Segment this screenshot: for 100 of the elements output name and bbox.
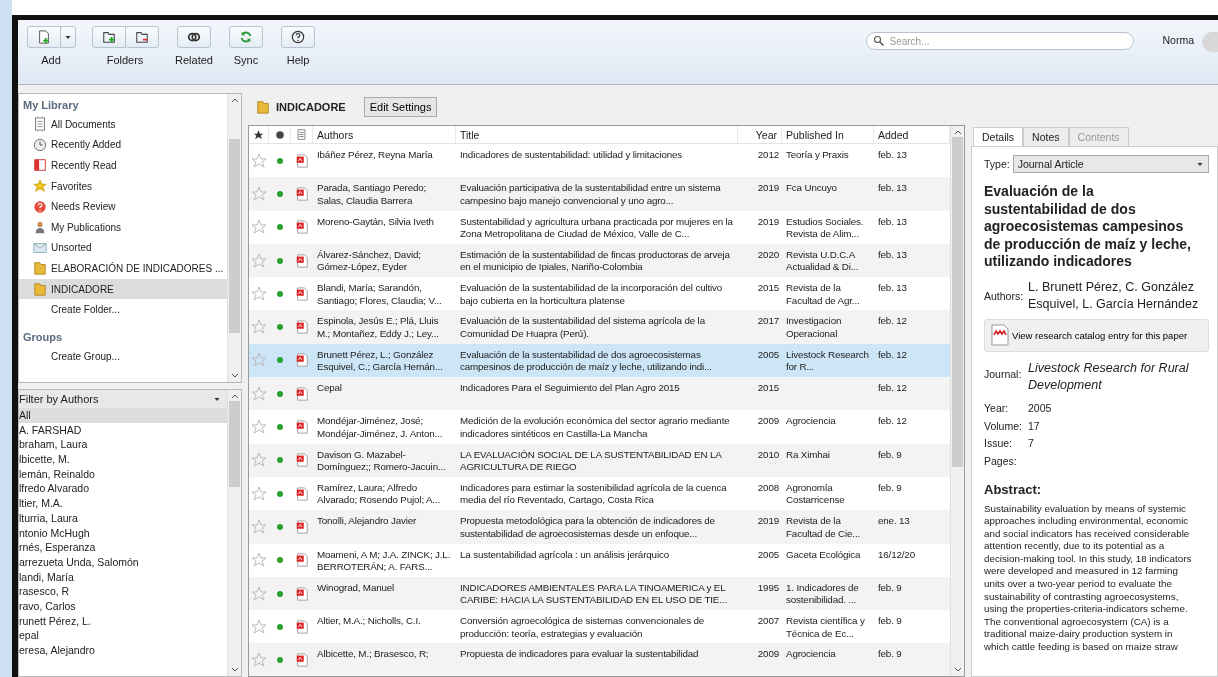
table-cell-text: Davison G. Mazabel-Domínguez;; Romero-Jacuin... [316,447,447,475]
table-cell-text: Moameni, A M; J.A. ZINCK; J.L. BERROTERÁN; A. FARS... [316,547,452,575]
table-cell-text: 16/12/20 [877,547,916,562]
search-field[interactable]: Search... [866,32,1135,50]
table-cell-text: Teoría y Praxis [785,148,850,162]
table-cell-text: Conversión agroecológica de sistemas convencionales de producción: teoría, estrategias y evaluación [459,614,706,641]
library-item[interactable]: Needs Review [19,196,227,217]
table-cell-text: feb. 9 [877,614,903,629]
field-value[interactable]: 2005 [1028,402,1209,415]
table-row[interactable]: Álvarez-Sánchez, David; Gómez-López, Eyder Estimación de la sustentabilidad de fincas productoras de arveja en el municipio de Ipiales, Nariño-Colombia 2020 Revista U.D.C.A Actualidad & Di... feb. 13 [249,243,950,278]
table-cell-text: Gaceta Ecológica [785,547,862,562]
table-cell-text: Ramírez, Laura; Alfredo Alvarado; Rosendo Pujol; A... [316,480,442,508]
catalog-button[interactable]: View research catalog entry for this paper [984,318,1209,352]
table-row[interactable]: Cepal Indicadores Para el Seguimiento del Plan Agro 2015 2015 feb. 12 [249,377,950,411]
document-title: Evaluación de la sustentabilidad de dos agroecosistemas campesinos de producción de maíz y leche, utilizando indicadores [984,183,1192,271]
table-cell-text: Propuesta de indicadores para evaluar la sustentabilidad [459,647,700,662]
table-cell-text: Livestock Research for R... [785,347,870,375]
table-row[interactable]: Davison G. Mazabel-Domínguez;; Romero-Jacuin... LA EVALUACIÓN SOCIAL DE LA SUSTENTABILIDAD EN LA AGRICULTURA DE RIEGO 2010 Ra Ximhai feb. 9 [249,443,950,477]
column-header[interactable]: Published In [782,126,874,143]
table-cell-text: feb. 13 [877,247,908,262]
column-header[interactable]: Authors [313,126,456,143]
table-cell-text: 2008 [756,480,780,495]
author-filter-item[interactable]: landi, María [19,569,227,585]
table-cell-text: Tonolli, Alejandro Javier [316,514,418,529]
author-filter-item[interactable]: A. FARSHAD [19,422,227,438]
table-cell-text: Evaluación de la sustentabilidad del sistema agrícola de la Comunidad De Huapra (Perú). [459,314,706,341]
table-row[interactable]: Tonolli, Alejandro Javier Propuesta metodológica para la obtención de indicadores de sustentabilidad de agroecosistemas desde un enfoque... 2019 Revista de la Facultad de Cie... ene. 13 [249,510,950,544]
table-cell-text: 2015 [756,281,780,296]
field-label: Journal: [984,367,1023,380]
edit-settings-button[interactable]: Edit Settings [363,97,438,117]
library-item[interactable]: Create Folder... [19,299,227,320]
library-item[interactable]: ELABORACIÓN DE INDICADORES ... [19,258,227,279]
field-value[interactable]: 17 [1028,419,1209,432]
author-filter-item[interactable]: lfredo Alvarado [19,481,227,497]
library-item[interactable]: Unsorted [19,237,227,259]
table-cell-text: 1995 [756,580,780,595]
table-cell-text: Agrociencia [785,647,837,662]
type-dropdown[interactable]: Journal Article [1012,155,1209,173]
table-cell-text: feb. 12 [877,314,908,329]
library-item[interactable]: Recently Read [19,155,227,176]
column-header[interactable]: Title [456,126,738,143]
table-cell-text: 2019 [756,181,780,196]
library-item[interactable]: My Publications [19,216,227,238]
table-cell-text: Moreno-Gaytán, Silvia Iveth [316,214,435,229]
table-cell-text: Revista U.D.C.A Actualidad & Di... [785,247,860,275]
table-row[interactable]: Espinola, Jesús E.; Plá, Lluis M.; Montañez, Eddy J.; Ley... Evaluación de la sustentabilidad del sistema agrícola de la Comunidad De Huapra (Perú). 2017 Investigacion Operacional feb. 12 [249,310,950,344]
author-filter-item[interactable]: braham, Laura [19,437,227,453]
filter-dropdown[interactable]: Filter by Authors [19,390,227,408]
table-cell-text: INDICADORES AMBIENTALES PARA LA TINOAMERICA y EL CARIBE: HACIA LA SUSTENTABILIDAD EN EL USO DE TIE... [459,580,728,608]
library-item[interactable]: Recently Added [19,134,227,156]
table-row[interactable]: Albicette, M.; Brasesco, R; Propuesta de indicadores para evaluar la sustentabilidad 2009 Agrociencia feb. 9 [249,643,950,676]
column-header[interactable]: Year [738,126,782,143]
toolbar-label: Add [41,54,61,66]
table-cell-text: Mondéjar-Jiménez, José; Mondéjar-Jiménez, J. Anton... [316,414,444,441]
table-cell-text: Agronomía Costarricense [785,480,846,508]
library-item[interactable]: All Documents [19,114,227,135]
field-value[interactable]: 7 [1028,437,1209,450]
author-filter-item[interactable]: lbicette, M. [19,452,227,467]
author-filter-item[interactable]: lturria, Laura [19,510,227,526]
table-cell-text: Albicette, M.; Brasesco, R; [316,647,430,662]
journal-value[interactable]: Livestock Research for Rural Development [1028,359,1209,394]
table-cell-text: Sustentabilidad y agricultura urbana practicada por mujeres en la Zona Metropolitana de Ciudad de México, Valle de C... [459,214,734,242]
table-cell-text: feb. 13 [877,214,908,229]
table-cell-text: Investigacion Operacional [785,314,843,341]
authors-value[interactable]: L. Brunett Pérez, C. González Esquivel, L. García Hernández [1028,278,1209,313]
tab[interactable]: Notes [1023,127,1069,146]
user-name[interactable]: Norma [1162,34,1194,46]
author-filter-item[interactable]: rnés, Esperanza [19,540,227,555]
author-filter-item[interactable]: lemán, Reinaldo [19,466,227,482]
author-filter-item[interactable]: eresa, Alejandro [19,643,227,658]
table-cell-text: Brunett Pérez, L.; González Esquivel, C.; García Hernán... [316,347,444,375]
table-cell-text: 2010 [756,447,780,462]
field-label: Authors: [984,289,1025,302]
author-filter-item[interactable]: rasesco, R [19,584,227,599]
section-heading: Groups [22,329,64,345]
table-cell-text: Cepal [316,381,343,396]
author-filter-item[interactable]: epal [19,628,227,643]
library-item[interactable]: INDICADORE [19,278,227,300]
library-item[interactable]: Favorites [19,175,227,197]
table-cell-text: feb. 9 [877,480,903,495]
table-row[interactable]: Parada, Santiago Peredo; Salas, Claudia Barrera Evaluación participativa de la sustentabilidad entre un sistema campesino bajo manejo convencional y uno agro... 2019 Fca Uncuyo feb. 13 [249,177,950,211]
toolbar-label: Sync [233,54,259,66]
table-cell-text: feb. 9 [877,580,903,595]
author-filter-item[interactable]: ravo, Carlos [19,598,227,614]
toolbar-label: Help [286,54,310,66]
table-cell-text: 2012 [756,148,780,162]
table-row[interactable]: Winograd, Manuel INDICADORES AMBIENTALES PARA LA TINOAMERICA y EL CARIBE: HACIA LA SUSTENTABILIDAD EN EL USO DE TIE... 1995 1. Indicadores de sostenibilidad. ... feb. 9 [249,576,950,611]
author-filter-item[interactable]: ntonio McHugh [19,525,227,541]
table-cell-text: Ra Ximhai [785,447,831,462]
author-filter-item[interactable]: ltier, M.A. [19,496,227,511]
tab[interactable]: Details [973,127,1024,146]
table-cell-text: feb. 12 [877,381,908,396]
author-filter-item[interactable]: runett Pérez, L. [19,613,227,629]
library-item[interactable]: Create Group... [19,345,227,367]
table-cell-text: 2015 [756,381,780,396]
author-filter-item[interactable]: All [19,408,227,423]
table-cell-text: 2009 [756,414,780,429]
author-filter-item[interactable]: arrezueta Unda, Salomón [19,554,227,570]
table-cell-text: Indicadores Para el Seguimiento del Plan Agro 2015 [459,381,681,396]
field-label: Volume: [984,419,1023,432]
